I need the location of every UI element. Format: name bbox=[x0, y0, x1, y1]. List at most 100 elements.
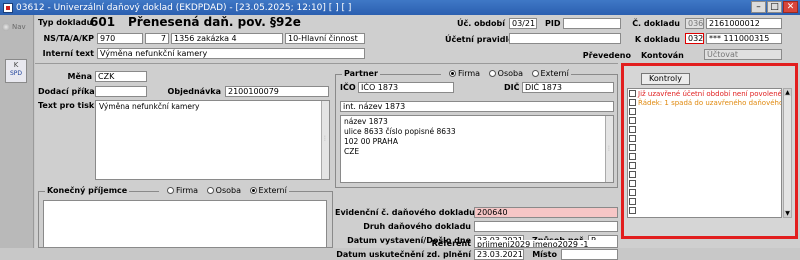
partner-firma-radio[interactable] bbox=[449, 70, 456, 77]
list-item[interactable] bbox=[628, 125, 781, 134]
list-item[interactable]: Již uzavřené účetní období není povolené… bbox=[628, 89, 781, 98]
objednavka-field[interactable]: 2100100079 bbox=[225, 86, 329, 97]
referent-row: Referent prijmeni2029 jmeno2029 -1 bbox=[335, 240, 800, 248]
kontroly-button[interactable]: Kontroly bbox=[641, 73, 690, 85]
list-item[interactable]: Řádek: 1 spadá do uzavřeného daňového o bbox=[628, 98, 781, 107]
text-pro-tisk-area[interactable]: Výměna nefunkční kamery bbox=[95, 100, 330, 180]
check-checkbox[interactable] bbox=[629, 207, 636, 214]
interni-text-label: Interní text bbox=[42, 49, 94, 58]
check-checkbox[interactable] bbox=[629, 162, 636, 169]
partner-osoba-radio[interactable] bbox=[488, 70, 496, 77]
nav-button[interactable]: Nav bbox=[2, 21, 32, 33]
konecny-prijemce-title: Konečný příjemce bbox=[45, 186, 130, 195]
list-item[interactable] bbox=[628, 197, 781, 206]
typ-dokladu-value: 601 bbox=[90, 15, 116, 29]
checks-scrollbar[interactable]: ▲ ▼ bbox=[783, 88, 792, 218]
konecny-externi-radio[interactable] bbox=[249, 187, 257, 194]
check-checkbox[interactable] bbox=[629, 108, 636, 115]
pid-field[interactable] bbox=[563, 18, 621, 29]
text-pro-tisk-value: Výměna nefunkční kamery bbox=[99, 102, 200, 111]
check-checkbox[interactable] bbox=[629, 117, 636, 124]
document-form: Typ dokladu 601 Přenesená daň. pov. §92e… bbox=[35, 15, 800, 260]
mena-label: Měna bbox=[67, 72, 92, 81]
c-dokladu-prefix: 036 bbox=[685, 18, 704, 29]
check-checkbox[interactable] bbox=[629, 198, 636, 205]
uc-obdobi-field[interactable]: 03/21 bbox=[509, 18, 537, 29]
partner-address-area[interactable]: název 1873 ulice 8633 číslo popisné 8633… bbox=[340, 115, 614, 183]
datum-uskutecneni-label: Datum uskutečnění zd. plnění bbox=[336, 250, 471, 259]
c-dokladu-field[interactable]: 2161000012 bbox=[706, 18, 782, 29]
minimize-button[interactable]: – bbox=[751, 1, 766, 13]
check-checkbox[interactable] bbox=[629, 180, 636, 187]
kontovan-label: Kontován bbox=[641, 51, 684, 60]
list-item[interactable] bbox=[628, 179, 781, 188]
maximize-button[interactable]: □ bbox=[767, 1, 782, 13]
ns-field[interactable]: 970 bbox=[97, 33, 143, 44]
spd-button[interactable]: K SPD bbox=[5, 59, 27, 83]
druh-dokladu-field[interactable] bbox=[474, 221, 618, 232]
kp-field[interactable]: 10-Hlavní činnost bbox=[285, 33, 365, 44]
misto-field[interactable] bbox=[561, 249, 618, 260]
check-message: Již uzavřené účetní období není povolené… bbox=[638, 89, 782, 98]
partner-firma-label: Firma bbox=[458, 69, 481, 78]
check-checkbox[interactable] bbox=[629, 135, 636, 142]
list-item[interactable] bbox=[628, 152, 781, 161]
dic-field[interactable]: DIČ 1873 bbox=[522, 82, 614, 93]
list-item[interactable] bbox=[628, 206, 781, 215]
dodaci-prikaz-field[interactable] bbox=[95, 86, 147, 97]
konecny-firma-label: Firma bbox=[176, 186, 199, 195]
datum-uskutecneni-field[interactable]: 23.03.2021 bbox=[474, 249, 524, 260]
konecny-firma-radio[interactable] bbox=[167, 187, 174, 194]
ucetni-pravidlo-field[interactable] bbox=[509, 33, 621, 44]
window-titlebar: 03612 - Univerzální daňový doklad (EKDPD… bbox=[0, 0, 800, 15]
prevedeno-label: Převedeno bbox=[582, 51, 631, 60]
list-item[interactable] bbox=[628, 188, 781, 197]
window-title: 03612 - Univerzální daňový doklad (EKDPD… bbox=[16, 2, 352, 13]
partner-externi-label: Externí bbox=[540, 69, 569, 78]
partner-externi-radio[interactable] bbox=[531, 70, 539, 77]
mena-field[interactable]: CZK bbox=[95, 71, 147, 82]
partner-group: Partner Firma Osoba Externí IČO IČO 1873… bbox=[335, 69, 618, 188]
k-dokladu-field[interactable]: *** 111000315 bbox=[706, 33, 782, 44]
check-checkbox[interactable] bbox=[629, 99, 636, 106]
konecny-prijemce-area[interactable] bbox=[43, 200, 327, 248]
list-item[interactable] bbox=[628, 116, 781, 125]
druh-dokladu-label: Druh daňového dokladu bbox=[363, 222, 471, 231]
check-checkbox[interactable] bbox=[629, 171, 636, 178]
konecny-type-radios: Firma Osoba Externí bbox=[159, 186, 289, 195]
konecny-osoba-radio[interactable] bbox=[206, 187, 214, 194]
nav-label: Nav bbox=[12, 23, 26, 31]
scroll-down-icon[interactable]: ▼ bbox=[784, 210, 791, 217]
address-line: název 1873 bbox=[344, 117, 388, 126]
evidencni-cislo-field[interactable]: 200640 bbox=[474, 207, 618, 218]
partner-address-scrollbar[interactable] bbox=[605, 116, 613, 182]
referent-label: Referent bbox=[431, 240, 471, 248]
check-checkbox[interactable] bbox=[629, 144, 636, 151]
ico-field[interactable]: IČO 1873 bbox=[358, 82, 454, 93]
list-item[interactable] bbox=[628, 161, 781, 170]
address-line: CZE bbox=[344, 147, 360, 156]
list-item[interactable] bbox=[628, 107, 781, 116]
scroll-up-icon[interactable]: ▲ bbox=[784, 89, 791, 96]
check-checkbox[interactable] bbox=[629, 90, 636, 97]
partner-name-field[interactable]: int. název 1873 bbox=[340, 101, 614, 112]
interni-text-field[interactable]: Výměna nefunkční kamery bbox=[97, 48, 365, 59]
check-checkbox[interactable] bbox=[629, 189, 636, 196]
list-item[interactable] bbox=[628, 143, 781, 152]
text-pro-tisk-scrollbar[interactable] bbox=[321, 101, 329, 179]
k-dokladu-prefix[interactable]: 032 bbox=[685, 33, 704, 44]
objednavka-label: Objednávka bbox=[167, 87, 221, 96]
ta-field[interactable]: 7 bbox=[145, 33, 169, 44]
partner-osoba-label: Osoba bbox=[497, 69, 523, 78]
konecny-osoba-label: Osoba bbox=[215, 186, 241, 195]
pid-label: PID bbox=[545, 19, 561, 28]
a-field[interactable]: 1356 zakázka 4 bbox=[171, 33, 283, 44]
close-button[interactable]: ✕ bbox=[783, 1, 798, 13]
check-checkbox[interactable] bbox=[629, 126, 636, 133]
list-item[interactable] bbox=[628, 170, 781, 179]
check-checkbox[interactable] bbox=[629, 153, 636, 160]
referent-field[interactable]: prijmeni2029 jmeno2029 -1 bbox=[474, 240, 618, 248]
spd-k-icon: K bbox=[13, 61, 19, 69]
ico-label: IČO bbox=[340, 83, 356, 92]
list-item[interactable] bbox=[628, 134, 781, 143]
